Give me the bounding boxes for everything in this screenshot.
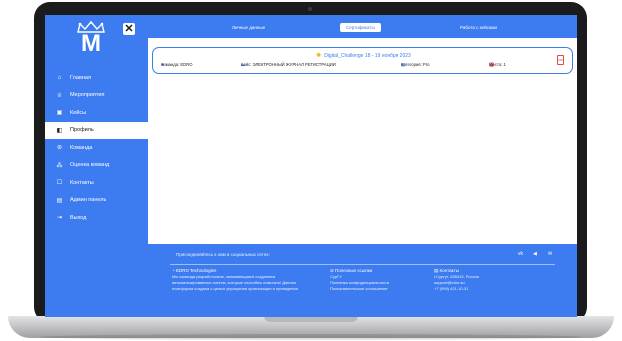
sidebar-item-label: Кейсы: [70, 109, 87, 116]
sidebar-item-label: Команда: [70, 144, 93, 151]
social-join-text: Присоединяйтесь к нам в социальных сетях…: [176, 252, 270, 257]
sidebar-item-cases[interactable]: ▣ Кейсы: [45, 104, 148, 122]
sidebar-item-home[interactable]: ⌂ Главная: [45, 69, 148, 87]
laptop-shadow: [40, 334, 582, 340]
vk-icon[interactable]: vk: [518, 251, 523, 257]
profile-icon: ◧: [56, 127, 63, 134]
pdf-download-icon[interactable]: PDF: [557, 55, 564, 65]
event-icon: ✺: [316, 53, 322, 59]
sidebar-item-team[interactable]: ⊚ Команда: [45, 139, 148, 157]
case-text: Кейс: ЭЛЕКТРОННЫЙ ЖУРНАЛ РЕГИСТРАЦИИ: [241, 62, 336, 67]
close-sidebar-button[interactable]: ✕: [123, 23, 135, 35]
tab-personal-data[interactable]: Личные данные: [226, 23, 271, 32]
certificate-title-text: Digital_Challenge 18 - 19 ноября 2023: [324, 53, 411, 59]
footer-about: ◔ EDRO Technologies Мы команда разработч…: [172, 268, 322, 292]
sidebar-item-contacts[interactable]: ☐ Контакты: [45, 174, 148, 192]
certificate-title: ✺ Digital_Challenge 18 - 19 ноября 2023: [153, 52, 574, 59]
tab-case-work[interactable]: Работа с кейсами: [454, 23, 503, 32]
footer-links: ⊘ Полезные ссылки СурГУ Политика конфиде…: [330, 268, 430, 292]
certificate-card: ✺ Digital_Challenge 18 - 19 ноября 2023 ♚…: [152, 47, 573, 74]
sidebar-item-label: Профиль: [70, 127, 94, 134]
home-icon: ⌂: [57, 74, 62, 81]
category-text: Категория: Pro: [401, 62, 430, 67]
admin-icon: ▤: [56, 197, 63, 204]
sidebar-item-label: Оценка команд: [70, 162, 110, 169]
rating-icon: ⁂: [56, 162, 63, 169]
top-nav: Личные данные Сертификаты Работа с кейса…: [148, 15, 577, 38]
logo[interactable]: M: [73, 21, 109, 57]
team-icon: ⊚: [56, 145, 63, 152]
about-line-3: платформа создана с целью упрощения орга…: [172, 286, 298, 291]
contact-phone[interactable]: +7 (999) 421-10-31: [434, 286, 544, 292]
sidebar-item-label: Выход: [70, 214, 87, 221]
footer-divider: [170, 264, 555, 265]
footer: Присоединяйтесь к нам в социальных сетях…: [148, 244, 577, 317]
sidebar-item-team-rating[interactable]: ⁂ Оценка команд: [45, 157, 148, 175]
certificate-details: ♚ Команда: EDRO ▬ Кейс: ЭЛЕКТРОННЫЙ ЖУРНАЛ…: [161, 62, 541, 70]
link-user-agreement[interactable]: Пользовательское соглашение: [330, 286, 430, 292]
logout-icon: ⇥: [56, 215, 63, 222]
telegram-icon[interactable]: ◀: [533, 251, 537, 257]
main-content: ✺ Digital_Challenge 18 - 19 ноября 2023 ♚…: [148, 38, 577, 244]
sidebar-nav: ⌂ Главная ♕ Мероприятия ▣ Кейсы ◧ Профил…: [45, 69, 148, 227]
sidebar-item-logout[interactable]: ⇥ Выход: [45, 209, 148, 227]
sidebar-item-label: Контакты: [70, 179, 94, 186]
sidebar-item-profile[interactable]: ◧ Профиль: [45, 121, 148, 139]
place-text: Место: 1: [489, 62, 506, 67]
sidebar-item-label: Админ панель: [70, 197, 107, 204]
sidebar: M ✕ ⌂ Главная ♕ Мероприятия ▣ Кейсы ◧ Пр…: [45, 15, 148, 317]
mail-icon[interactable]: ✉: [548, 251, 552, 257]
camera-icon: [308, 7, 312, 11]
briefcase-icon: ▣: [56, 110, 63, 117]
tab-certificates[interactable]: Сертификаты: [340, 23, 381, 32]
team-text: Команда: EDRO: [161, 62, 193, 67]
sidebar-item-label: Главная: [70, 74, 91, 81]
footer-contacts: ▤ Контакты г.Сургут, 628415, Россия supp…: [434, 268, 544, 292]
contacts-icon: ☐: [56, 180, 63, 187]
sidebar-item-label: Мероприятия: [70, 92, 105, 99]
sidebar-item-admin[interactable]: ▤ Админ панель: [45, 192, 148, 210]
app-screen: M ✕ ⌂ Главная ♕ Мероприятия ▣ Кейсы ◧ Пр…: [45, 15, 577, 317]
sidebar-item-events[interactable]: ♕ Мероприятия: [45, 87, 148, 105]
trophy-icon: ♕: [56, 92, 63, 99]
logo-letter: M: [81, 30, 101, 57]
